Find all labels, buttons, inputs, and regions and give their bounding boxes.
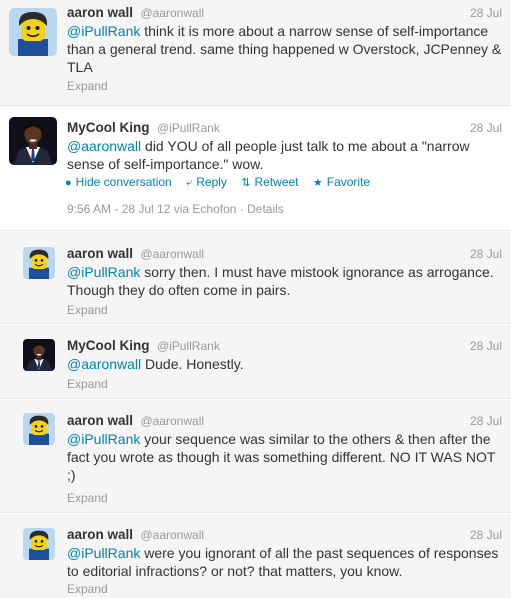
user-handle[interactable]: @iPullRank <box>157 339 220 353</box>
tweet-actions: ● Hide conversation ⤶ Reply ⇅ Retweet ★ Favo… <box>65 174 381 191</box>
expand-link[interactable]: Expand <box>67 302 108 318</box>
avatar[interactable] <box>9 117 57 165</box>
reply-arrow-icon: ⤶ <box>186 177 193 189</box>
tweet[interactable]: aaron wall @aaronwall 28 Jul @iPullRank … <box>0 400 511 513</box>
tweet-text: @aaronwall did YOU of all people just ta… <box>67 137 504 173</box>
display-name[interactable]: aaron wall <box>67 413 133 428</box>
lego-avatar-icon <box>23 528 55 560</box>
tweet-body: Dude. Honestly. <box>141 356 244 372</box>
tweet-text: @iPullRank your sequence was similar to … <box>67 430 504 484</box>
tweet-header: aaron wall @aaronwall <box>67 245 204 263</box>
expand-link[interactable]: Expand <box>67 490 108 506</box>
display-name[interactable]: MyCool King <box>67 338 150 353</box>
avatar[interactable] <box>23 528 55 560</box>
tweet[interactable]: aaron wall @aaronwall 28 Jul @iPullRank … <box>0 0 511 106</box>
avatar[interactable] <box>9 8 57 56</box>
timestamp[interactable]: 9:56 AM - 28 Jul 12 via Echofon <box>67 202 236 216</box>
mention-link[interactable]: @iPullRank <box>67 23 140 39</box>
tweet-text: @iPullRank were you ignorant of all the … <box>67 544 504 580</box>
person-avatar-icon <box>23 339 55 371</box>
retweet-button[interactable]: ⇅ Retweet <box>241 175 298 189</box>
hide-conversation-button[interactable]: ● Hide conversation <box>65 175 172 189</box>
tweet-header: MyCool King @iPullRank <box>67 119 220 137</box>
expand-link[interactable]: Expand <box>67 581 108 597</box>
conversation-timeline: aaron wall @aaronwall 28 Jul @iPullRank … <box>0 0 511 598</box>
tweet-meta: 9:56 AM - 28 Jul 12 via Echofon · Detail… <box>67 201 284 217</box>
tweet-text: @aaronwall Dude. Honestly. <box>67 355 504 373</box>
bubble-icon: ● <box>65 177 72 189</box>
display-name[interactable]: aaron wall <box>67 246 133 261</box>
tweet-time[interactable]: 28 Jul <box>470 412 502 430</box>
reply-button[interactable]: ⤶ Reply <box>186 175 227 189</box>
display-name[interactable]: aaron wall <box>67 527 133 542</box>
user-handle[interactable]: @aaronwall <box>140 247 204 261</box>
favorite-button[interactable]: ★ Favorite <box>313 175 370 189</box>
lego-avatar-icon <box>23 247 55 279</box>
mention-link[interactable]: @iPullRank <box>67 431 140 447</box>
tweet-time[interactable]: 28 Jul <box>470 337 502 355</box>
avatar[interactable] <box>23 247 55 279</box>
user-handle[interactable]: @iPullRank <box>157 121 220 135</box>
expand-link[interactable]: Expand <box>67 376 108 392</box>
tweet-time[interactable]: 28 Jul <box>470 4 502 22</box>
user-handle[interactable]: @aaronwall <box>140 528 204 542</box>
hide-conversation-label: Hide conversation <box>75 175 172 189</box>
tweet-text: @iPullRank think it is more about a narr… <box>67 22 504 76</box>
details-link[interactable]: Details <box>247 202 284 216</box>
display-name[interactable]: MyCool King <box>67 120 150 135</box>
tweet-header: aaron wall @aaronwall <box>67 526 204 544</box>
tweet[interactable]: aaron wall @aaronwall 28 Jul @iPullRank … <box>0 514 511 598</box>
mention-link[interactable]: @aaronwall <box>67 356 141 372</box>
user-handle[interactable]: @aaronwall <box>140 6 204 20</box>
mention-link[interactable]: @iPullRank <box>67 264 140 280</box>
tweet-header: aaron wall @aaronwall <box>67 412 204 430</box>
tweet-time[interactable]: 28 Jul <box>470 526 502 544</box>
favorite-label: Favorite <box>326 175 371 189</box>
reply-label: Reply <box>196 175 227 189</box>
tweet-time[interactable]: 28 Jul <box>470 119 502 137</box>
user-handle[interactable]: @aaronwall <box>140 414 204 428</box>
lego-avatar-icon <box>23 413 55 445</box>
display-name[interactable]: aaron wall <box>67 5 133 20</box>
retweet-label: Retweet <box>254 175 299 189</box>
tweet-text: @iPullRank sorry then. I must have misto… <box>67 263 504 299</box>
tweet[interactable]: aaron wall @aaronwall 28 Jul @iPullRank … <box>0 232 511 324</box>
mention-link[interactable]: @iPullRank <box>67 545 140 561</box>
mention-link[interactable]: @aaronwall <box>67 138 141 154</box>
star-icon: ★ <box>312 177 323 189</box>
tweet-expanded[interactable]: MyCool King @iPullRank 28 Jul @aaronwall… <box>0 107 511 231</box>
lego-avatar-icon <box>9 8 57 56</box>
tweet[interactable]: MyCool King @iPullRank 28 Jul @aaronwall… <box>0 325 511 399</box>
avatar[interactable] <box>23 413 55 445</box>
expand-link[interactable]: Expand <box>67 78 108 94</box>
tweet-header: aaron wall @aaronwall <box>67 4 204 22</box>
tweet-time[interactable]: 28 Jul <box>470 245 502 263</box>
tweet-header: MyCool King @iPullRank <box>67 337 220 355</box>
avatar[interactable] <box>23 339 55 371</box>
retweet-icon: ⇅ <box>241 177 251 189</box>
person-avatar-icon <box>9 117 57 165</box>
